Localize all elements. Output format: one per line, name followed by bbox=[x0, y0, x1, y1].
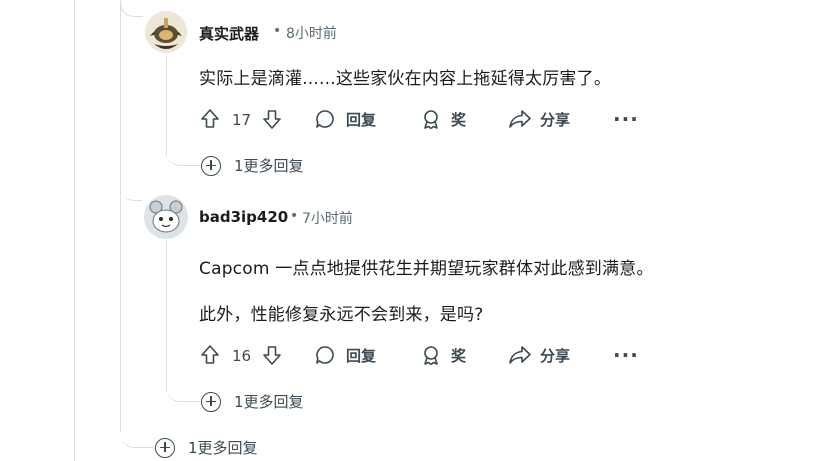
share-label: 分享 bbox=[540, 346, 571, 365]
more-replies-link[interactable]: 1更多回复 bbox=[201, 155, 304, 176]
share-icon bbox=[509, 346, 531, 364]
vote-count: 16 bbox=[232, 347, 252, 365]
more-replies-link[interactable]: 1更多回复 bbox=[201, 391, 304, 412]
comment-icon bbox=[316, 110, 334, 128]
award-icon bbox=[424, 346, 438, 366]
thread-more-replies-link[interactable]: 1更多回复 bbox=[155, 437, 258, 458]
reply-label: 回复 bbox=[346, 110, 377, 129]
downvote-button[interactable] bbox=[261, 344, 283, 366]
downvote-button[interactable] bbox=[261, 108, 283, 130]
upvote-button[interactable] bbox=[199, 344, 221, 366]
avatar[interactable] bbox=[144, 195, 188, 239]
avatar[interactable] bbox=[144, 10, 188, 54]
comment-body-line-2: 此外，性能修复永远不会到来，是吗? bbox=[199, 305, 484, 325]
award-label: 奖 bbox=[451, 346, 467, 365]
reply-button[interactable]: 回复 bbox=[314, 108, 376, 130]
more-replies-label: 1更多回复 bbox=[234, 393, 304, 411]
meta-separator: • bbox=[290, 208, 299, 224]
thread-more-replies-label: 1更多回复 bbox=[188, 439, 258, 457]
thread-line-parent bbox=[120, 0, 121, 432]
award-button[interactable]: 奖 bbox=[420, 344, 466, 366]
plus-circle-icon bbox=[201, 391, 221, 412]
thread-line-outer bbox=[74, 0, 75, 461]
downvote-icon bbox=[263, 346, 281, 365]
award-label: 奖 bbox=[451, 110, 467, 129]
upvote-button[interactable] bbox=[199, 108, 221, 130]
thread-line-comment-2 bbox=[166, 240, 167, 392]
vote-count: 17 bbox=[232, 111, 252, 129]
more-options-button[interactable]: ··· bbox=[613, 107, 639, 131]
upvote-icon bbox=[201, 109, 219, 128]
plus-circle-icon bbox=[201, 155, 221, 176]
share-label: 分享 bbox=[540, 110, 571, 129]
comment-body: 实际上是滴灌......这些家伙在内容上拖延得太厉害了。 bbox=[199, 69, 612, 89]
downvote-icon bbox=[263, 110, 281, 129]
meta-separator: • bbox=[273, 23, 282, 39]
more-replies-label: 1更多回复 bbox=[234, 157, 304, 175]
award-icon bbox=[424, 110, 438, 130]
reply-label: 回复 bbox=[346, 346, 377, 365]
reply-button[interactable]: 回复 bbox=[314, 344, 376, 366]
share-button[interactable]: 分享 bbox=[508, 344, 570, 366]
comment-timestamp: 8小时前 bbox=[286, 26, 337, 42]
comment-timestamp: 7小时前 bbox=[302, 211, 353, 227]
plus-circle-icon bbox=[155, 437, 175, 458]
share-button[interactable]: 分享 bbox=[508, 108, 570, 130]
thread-connector-more-2 bbox=[166, 376, 200, 402]
thread-connector-more-outer bbox=[120, 420, 154, 448]
share-icon bbox=[509, 110, 531, 128]
upvote-icon bbox=[201, 345, 219, 364]
thread-connector-comment-2 bbox=[120, 180, 142, 201]
comment-body-line-1: Capcom 一点点地提供花生并期望玩家群体对此感到满意。 bbox=[199, 259, 654, 279]
comment-icon bbox=[316, 346, 334, 364]
comment-username[interactable]: bad3ip420 bbox=[199, 208, 288, 226]
thread-connector-more-1 bbox=[166, 140, 200, 166]
award-button[interactable]: 奖 bbox=[420, 108, 466, 130]
thread-connector-top bbox=[120, 0, 143, 17]
more-options-button[interactable]: ··· bbox=[613, 343, 639, 367]
comment-username[interactable]: 真实武器 bbox=[199, 23, 259, 44]
